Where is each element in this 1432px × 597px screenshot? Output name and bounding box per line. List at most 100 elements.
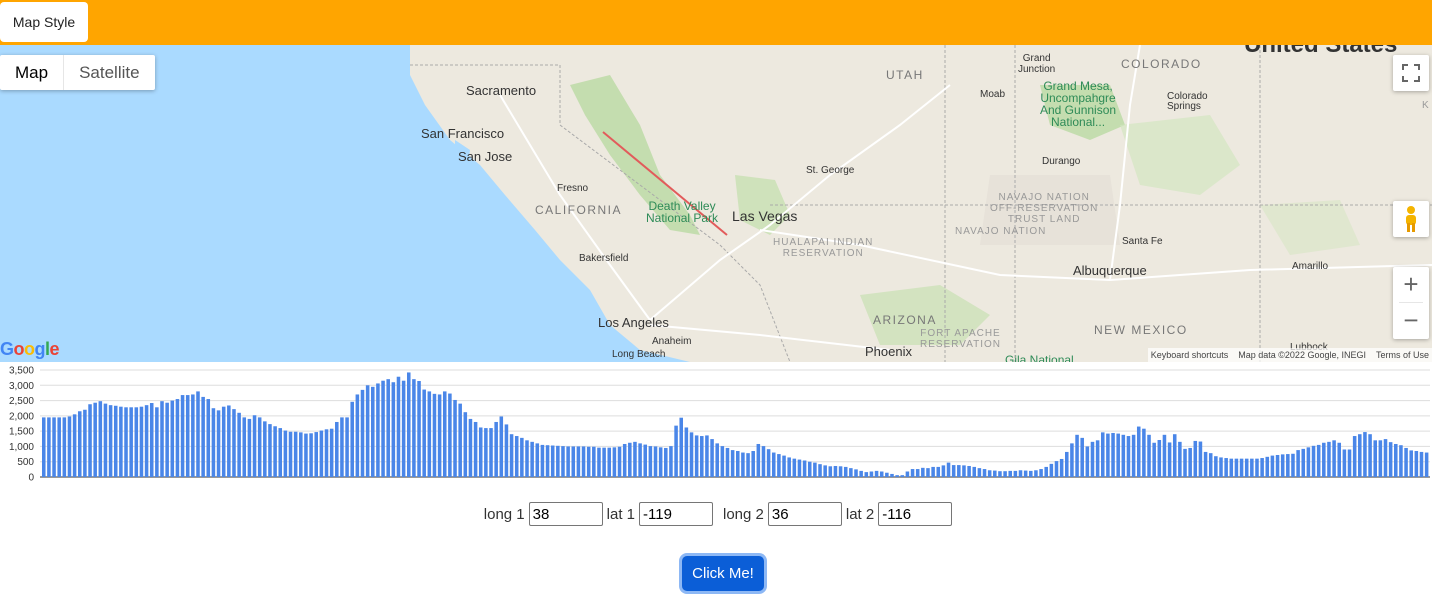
elevation-bar[interactable] <box>1167 442 1172 477</box>
zoom-in-button[interactable]: + <box>1393 267 1429 302</box>
elevation-bar[interactable] <box>797 459 802 477</box>
elevation-bar[interactable] <box>586 446 591 477</box>
elevation-bar[interactable] <box>1280 454 1285 477</box>
elevation-bar[interactable] <box>664 447 668 477</box>
elevation-bar[interactable] <box>406 372 411 477</box>
elevation-bar[interactable] <box>1070 443 1074 477</box>
map-type-map-button[interactable]: Map <box>0 55 65 90</box>
elevation-bar[interactable] <box>838 466 843 477</box>
elevation-bar[interactable] <box>139 406 144 477</box>
elevation-bar[interactable] <box>237 412 241 477</box>
elevation-bar[interactable] <box>463 412 468 477</box>
elevation-bar[interactable] <box>175 399 180 477</box>
elevation-bar[interactable] <box>1188 447 1192 477</box>
elevation-bar[interactable] <box>787 457 791 477</box>
pegman-button[interactable] <box>1393 201 1429 237</box>
elevation-bar[interactable] <box>386 379 390 477</box>
elevation-bar[interactable] <box>520 437 524 477</box>
elevation-bar[interactable] <box>83 409 87 477</box>
elevation-bar[interactable] <box>1399 445 1403 477</box>
elevation-bar[interactable] <box>191 394 195 477</box>
elevation-bar[interactable] <box>252 415 257 477</box>
elevation-bar[interactable] <box>335 421 339 477</box>
elevation-bar[interactable] <box>345 417 349 477</box>
elevation-bar[interactable] <box>283 430 288 477</box>
elevation-bar[interactable] <box>1126 436 1131 477</box>
elevation-bar[interactable] <box>674 425 678 477</box>
elevation-bar[interactable] <box>88 404 92 477</box>
elevation-bar[interactable] <box>324 429 329 477</box>
elevation-bar[interactable] <box>1121 434 1126 477</box>
elevation-bar[interactable] <box>957 465 961 477</box>
elevation-bar[interactable] <box>813 462 817 477</box>
elevation-bar[interactable] <box>998 471 1002 477</box>
elevation-bar[interactable] <box>319 430 324 477</box>
elevation-bar[interactable] <box>432 393 437 477</box>
elevation-bar[interactable] <box>1142 428 1146 477</box>
elevation-bar[interactable] <box>576 446 581 477</box>
elevation-bar[interactable] <box>802 460 807 477</box>
elevation-bar[interactable] <box>874 470 879 477</box>
elevation-bar[interactable] <box>499 416 504 477</box>
elevation-bar[interactable] <box>1347 449 1352 477</box>
elevation-bar[interactable] <box>993 470 997 477</box>
elevation-bar[interactable] <box>242 417 247 477</box>
elevation-bar[interactable] <box>1332 440 1336 477</box>
elevation-bar[interactable] <box>1178 441 1182 477</box>
elevation-bar[interactable] <box>355 394 360 477</box>
terms-link[interactable]: Terms of Use <box>1376 350 1429 360</box>
elevation-bar[interactable] <box>1131 434 1136 477</box>
elevation-bar[interactable] <box>977 468 982 477</box>
elevation-bar[interactable] <box>700 436 704 477</box>
elevation-bar[interactable] <box>1388 442 1393 477</box>
elevation-bar[interactable] <box>1054 461 1059 477</box>
elevation-bar[interactable] <box>1065 451 1069 477</box>
elevation-bar[interactable] <box>936 466 941 477</box>
elevation-bar[interactable] <box>1106 433 1110 477</box>
elevation-bar[interactable] <box>895 475 899 477</box>
elevation-bar[interactable] <box>108 405 113 477</box>
elevation-bar[interactable] <box>1049 463 1054 477</box>
elevation-bar[interactable] <box>638 443 642 477</box>
elevation-bar[interactable] <box>818 464 822 477</box>
zoom-out-button[interactable]: − <box>1393 303 1429 338</box>
elevation-bar[interactable] <box>1018 470 1023 477</box>
elevation-bar[interactable] <box>350 401 354 477</box>
elevation-bar[interactable] <box>1260 458 1264 477</box>
elevation-bar[interactable] <box>720 446 725 477</box>
elevation-bar[interactable] <box>1080 437 1084 477</box>
elevation-bar[interactable] <box>206 399 211 477</box>
elevation-bar[interactable] <box>658 447 663 477</box>
elevation-bar[interactable] <box>715 443 719 477</box>
elevation-bar[interactable] <box>1378 440 1383 477</box>
elevation-bar[interactable] <box>52 417 56 477</box>
elevation-bar[interactable] <box>535 443 540 477</box>
elevation-bar[interactable] <box>1316 444 1321 477</box>
elevation-bar[interactable] <box>1214 456 1218 477</box>
elevation-bar[interactable] <box>1337 442 1342 477</box>
map-type-satellite-button[interactable]: Satellite <box>64 55 154 90</box>
elevation-bar[interactable] <box>1373 440 1377 477</box>
elevation-bar[interactable] <box>766 449 771 477</box>
elevation-bar[interactable] <box>216 410 221 477</box>
elevation-bar[interactable] <box>607 447 612 477</box>
elevation-bar[interactable] <box>417 381 421 477</box>
elevation-bar[interactable] <box>1229 458 1234 477</box>
elevation-bar[interactable] <box>694 435 699 477</box>
elevation-bar[interactable] <box>910 469 915 477</box>
elevation-bar[interactable] <box>915 469 920 477</box>
elevation-bar[interactable] <box>684 427 689 477</box>
elevation-bar[interactable] <box>1162 434 1167 477</box>
elevation-bar[interactable] <box>309 433 313 477</box>
elevation-bar[interactable] <box>1198 441 1203 477</box>
elevation-bar[interactable] <box>612 447 617 477</box>
elevation-bar[interactable] <box>1111 432 1115 477</box>
elevation-bar[interactable] <box>1250 458 1254 477</box>
elevation-bar[interactable] <box>1244 458 1249 477</box>
elevation-bar[interactable] <box>951 465 956 477</box>
elevation-bar[interactable] <box>561 446 565 477</box>
elevation-bar[interactable] <box>396 376 401 477</box>
elevation-bar[interactable] <box>103 403 108 477</box>
elevation-bar[interactable] <box>890 473 894 477</box>
elevation-bar[interactable] <box>247 418 252 477</box>
